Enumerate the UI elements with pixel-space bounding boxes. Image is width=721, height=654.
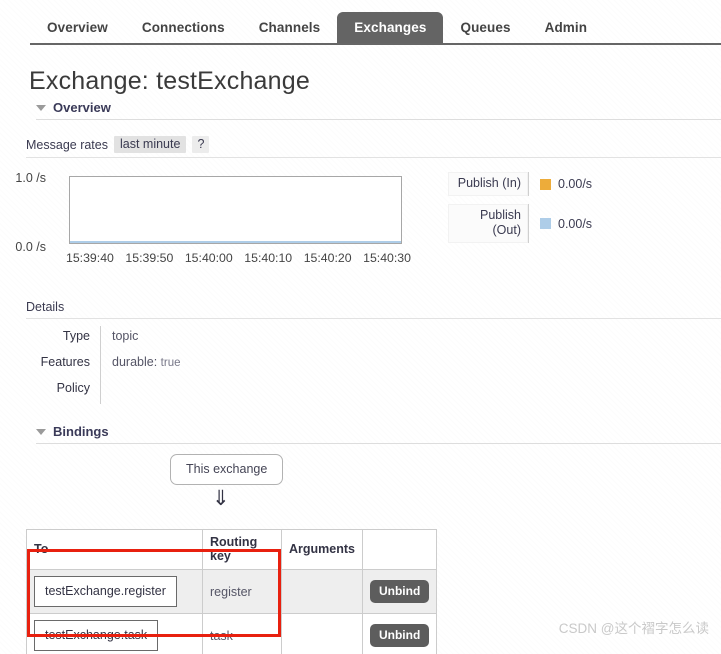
- chart-x-tick: 15:40:10: [244, 251, 293, 265]
- table-row: testExchange.task task Unbind: [26, 613, 438, 654]
- legend-entry-publish-out: Publish (Out) 0.00/s: [448, 204, 592, 243]
- legend-divider: [528, 204, 529, 243]
- binding-routing-key-cell: register: [202, 569, 282, 614]
- details-value-type: topic: [100, 326, 310, 352]
- chart-x-tick: 15:39:40: [66, 251, 114, 265]
- bindings-table-header-row: To Routing key Arguments: [26, 529, 438, 570]
- main-navigation: Overview Connections Channels Exchanges …: [0, 0, 721, 46]
- column-header-arguments: Arguments: [281, 529, 363, 570]
- binding-action-cell: Unbind: [361, 569, 438, 614]
- legend-label-publish-in[interactable]: Publish (In): [448, 172, 528, 196]
- tab-connections[interactable]: Connections: [125, 12, 242, 44]
- chart-x-tick: 15:40:30: [363, 251, 411, 265]
- chart-x-tick: 15:40:00: [184, 251, 233, 265]
- legend-value-publish-out: 0.00/s: [558, 216, 593, 231]
- binding-arguments-cell: [281, 569, 363, 614]
- details-row-type: Type topic: [26, 326, 310, 352]
- this-exchange-node[interactable]: This exchange: [170, 454, 284, 485]
- help-icon[interactable]: ?: [192, 136, 210, 153]
- details-key-type: Type: [62, 329, 90, 343]
- column-header-to: To: [26, 529, 203, 570]
- message-rates-row: Message rates last minute ?: [26, 136, 721, 158]
- legend-value-publish-in: 0.00/s: [558, 177, 593, 191]
- details-header: Details: [26, 300, 721, 319]
- bindings-table: To Routing key Arguments testExchange.re…: [26, 529, 438, 654]
- chart-plot-area: [69, 176, 402, 244]
- binding-to-cell: testExchange.task: [26, 613, 203, 654]
- page-title: Exchange: testExchange: [29, 67, 310, 95]
- chevron-down-icon: [36, 429, 46, 435]
- unbind-button[interactable]: Unbind: [369, 624, 430, 647]
- details-table: Type topic Features durable: true Policy: [26, 326, 310, 404]
- chart-series-line-publish-out: [70, 241, 401, 243]
- legend-divider: [528, 172, 529, 196]
- binding-routing-key-cell: task: [202, 613, 282, 654]
- column-header-routing-key: Routing key: [202, 529, 282, 570]
- details-value-features: durable: true: [100, 352, 310, 378]
- details-feature-name: durable:: [112, 355, 158, 369]
- legend-entry-publish-in: Publish (In) 0.00/s: [448, 172, 592, 196]
- section-header-bindings-label: Bindings: [53, 424, 109, 439]
- watermark: CSDN @这个褶字怎么读: [558, 621, 709, 636]
- chart-x-tick: 15:40:20: [303, 251, 352, 265]
- details-row-policy: Policy: [26, 378, 310, 404]
- section-header-overview-label: Overview: [53, 100, 111, 115]
- section-header-overview[interactable]: Overview: [36, 100, 721, 120]
- chart-x-axis-labels: 15:39:40 15:39:50 15:40:00 15:40:10 15:4…: [66, 251, 411, 265]
- table-row: testExchange.register register Unbind: [26, 569, 438, 614]
- details-value-policy: [100, 378, 310, 404]
- rates-period-selector[interactable]: last minute: [113, 136, 187, 153]
- nav-tab-list: Overview Connections Channels Exchanges …: [30, 12, 604, 44]
- details-row-features: Features durable: true: [26, 352, 310, 378]
- section-header-bindings[interactable]: Bindings: [36, 424, 721, 444]
- tab-admin[interactable]: Admin: [528, 12, 605, 44]
- legend-swatch-publish-in: [540, 178, 551, 190]
- tab-queues[interactable]: Queues: [443, 12, 527, 44]
- tab-channels[interactable]: Channels: [242, 12, 338, 44]
- tab-overview[interactable]: Overview: [30, 12, 125, 44]
- double-down-arrow-icon: ⇓: [212, 487, 230, 510]
- chart-x-tick: 15:39:50: [125, 251, 174, 265]
- binding-to-cell: testExchange.register: [26, 569, 203, 614]
- chart-legend: Publish (In) 0.00/s Publish (Out) 0.00/s: [448, 172, 592, 243]
- details-key-policy: Policy: [56, 381, 90, 395]
- binding-action-cell: Unbind: [361, 613, 438, 654]
- legend-swatch-publish-out: [540, 218, 551, 229]
- unbind-button[interactable]: Unbind: [369, 580, 430, 603]
- chevron-down-icon: [36, 105, 46, 111]
- details-feature-value: true: [160, 357, 181, 369]
- chart-y-axis-min-label: 0.0 /s: [15, 240, 46, 254]
- tab-exchanges[interactable]: Exchanges: [337, 12, 444, 44]
- chart-y-axis-max-label: 1.0 /s: [15, 171, 46, 185]
- queue-link-task[interactable]: testExchange.task: [34, 620, 159, 651]
- queue-link-register[interactable]: testExchange.register: [34, 576, 177, 607]
- legend-label-publish-out[interactable]: Publish (Out): [448, 204, 528, 243]
- message-rates-label: Message rates: [26, 137, 108, 152]
- binding-arguments-cell: [281, 613, 363, 654]
- details-key-features: Features: [40, 355, 90, 369]
- nav-underline: [30, 43, 721, 45]
- column-header-actions: [361, 529, 438, 570]
